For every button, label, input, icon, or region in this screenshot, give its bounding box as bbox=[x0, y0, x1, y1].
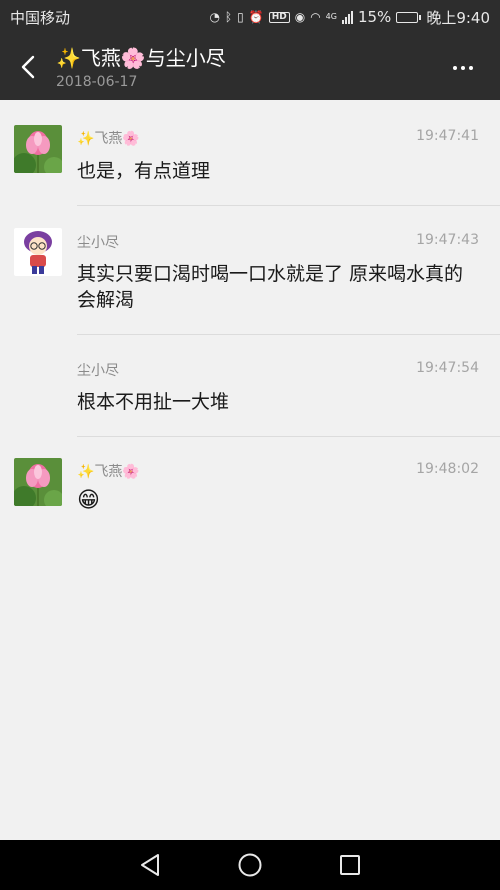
nav-home-button[interactable] bbox=[200, 840, 300, 890]
chat-message: ✨飞燕🌸 19:48:02 😁 bbox=[0, 437, 500, 527]
sender-name: 尘小尽 bbox=[77, 363, 119, 379]
bluetooth-icon: ᛒ bbox=[224, 10, 233, 24]
avatar-feiyan[interactable] bbox=[14, 458, 62, 506]
chat-header: ✨飞燕🌸与尘小尽 2018-06-17 bbox=[0, 34, 500, 100]
triangle-back-icon bbox=[141, 854, 159, 876]
system-navigation-bar bbox=[0, 840, 500, 890]
back-button[interactable] bbox=[14, 52, 42, 82]
message-text: 其实只要口渴时喝一口水就是了 原来喝水真的会解渴 bbox=[77, 263, 464, 311]
status-icons: ◔ ᛒ ▯ ⏰ HD ◉ ◠ 4G 15% 晚上9:40 bbox=[209, 7, 490, 28]
message-text: 也是，有点道理 bbox=[77, 160, 211, 182]
avatar-feiyan[interactable] bbox=[14, 125, 62, 173]
message-time: 19:47:41 bbox=[416, 128, 479, 144]
chevron-left-icon bbox=[21, 55, 35, 79]
chat-message: 尘小尽 19:47:54 根本不用扯一大堆 bbox=[0, 335, 500, 437]
alarm-icon: ⏰ bbox=[248, 10, 264, 24]
chat-date: 2018-06-17 bbox=[56, 74, 138, 90]
sender-name: ✨飞燕🌸 bbox=[77, 464, 140, 480]
nav-recents-button[interactable] bbox=[300, 840, 400, 890]
dot-icon bbox=[453, 66, 457, 70]
wifi-icon: ◠ bbox=[310, 10, 321, 24]
chat-title: ✨飞燕🌸与尘小尽 bbox=[56, 46, 226, 70]
message-time: 19:47:54 bbox=[416, 360, 479, 376]
sender-name: ✨飞燕🌸 bbox=[77, 131, 140, 147]
battery-percent: 15% bbox=[357, 8, 392, 26]
eye-icon: ◉ bbox=[294, 10, 306, 24]
message-text: 根本不用扯一大堆 bbox=[77, 391, 230, 413]
chat-history[interactable]: ✨飞燕🌸 19:47:41 也是，有点道理 尘小尽 19:47:43 其实只要口… bbox=[0, 100, 500, 840]
circle-home-icon bbox=[238, 853, 262, 877]
carrier-name: 中国移动 bbox=[10, 8, 71, 27]
hd-icon: HD bbox=[268, 11, 290, 23]
network-type-label: 4G bbox=[325, 12, 337, 21]
message-time: 19:48:02 bbox=[416, 461, 479, 477]
dot-icon bbox=[469, 66, 473, 70]
battery-icon bbox=[396, 11, 422, 23]
vibrate-icon: ▯ bbox=[237, 10, 244, 24]
avatar-chenxiaojin[interactable] bbox=[14, 228, 62, 276]
signal-icon bbox=[341, 10, 353, 24]
chat-message: 尘小尽 19:47:43 其实只要口渴时喝一口水就是了 原来喝水真的会解渴 bbox=[0, 206, 500, 335]
square-recents-icon bbox=[340, 855, 360, 875]
dot-icon bbox=[461, 66, 465, 70]
more-options-button[interactable] bbox=[448, 58, 478, 78]
sender-name: 尘小尽 bbox=[77, 235, 119, 251]
nav-back-button[interactable] bbox=[100, 840, 200, 890]
message-time: 19:47:43 bbox=[416, 232, 479, 248]
chat-message: ✨飞燕🌸 19:47:41 也是，有点道理 bbox=[0, 100, 500, 206]
status-bar: 中国移动 ◔ ᛒ ▯ ⏰ HD ◉ ◠ 4G 15% 晚上9:40 bbox=[0, 0, 500, 34]
message-emoji: 😁 bbox=[77, 488, 100, 513]
clock: 晚上9:40 bbox=[426, 8, 490, 27]
data-saver-icon: ◔ bbox=[209, 10, 220, 24]
